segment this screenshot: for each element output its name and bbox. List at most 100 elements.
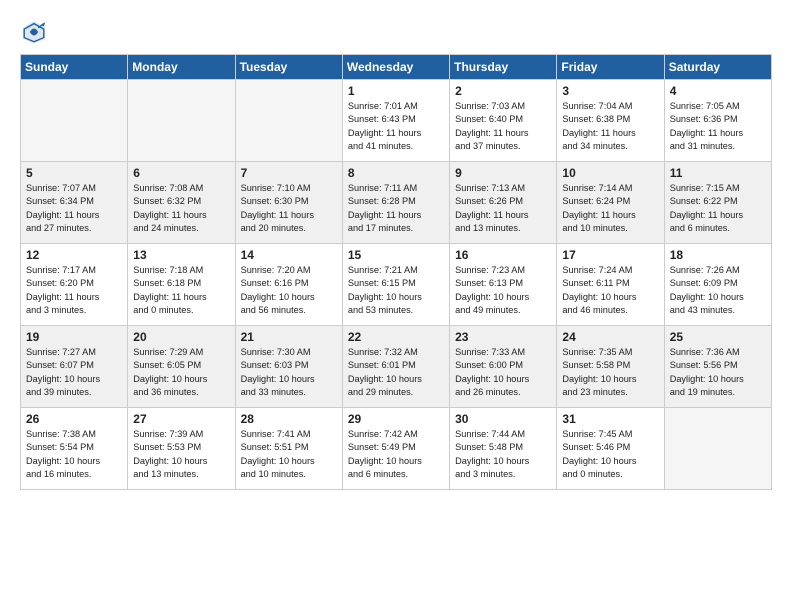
day-cell: 29 Sunrise: 7:42 AM Sunset: 5:49 PM Dayli… xyxy=(342,408,449,490)
day-info: Sunrise: 7:08 AM Sunset: 6:32 PM Dayligh… xyxy=(133,182,229,235)
day-cell: 25Sunrise: 7:36 AM Sunset: 5:56 PM Dayli… xyxy=(664,326,771,408)
day-cell: 9Sunrise: 7:13 AM Sunset: 6:26 PM Daylig… xyxy=(450,162,557,244)
day-info: Sunrise: 7:07 AM Sunset: 6:34 PM Dayligh… xyxy=(26,182,122,235)
day-info: Sunrise: 7:15 AM Sunset: 6:22 PM Dayligh… xyxy=(670,182,766,235)
day-info: Sunrise: 7:35 AM Sunset: 5:58 PM Dayligh… xyxy=(562,346,658,399)
day-info: Sunrise: 7:03 AM Sunset: 6:40 PM Dayligh… xyxy=(455,100,551,153)
day-number: 11 xyxy=(670,166,766,180)
day-cell: 21Sunrise: 7:30 AM Sunset: 6:03 PM Dayli… xyxy=(235,326,342,408)
day-info: Sunrise: 7:18 AM Sunset: 6:18 PM Dayligh… xyxy=(133,264,229,317)
week-row-1: 1 Sunrise: 7:01 AM Sunset: 6:43 PM Daylig… xyxy=(21,80,772,162)
day-cell: 11 Sunrise: 7:15 AM Sunset: 6:22 PM Dayli… xyxy=(664,162,771,244)
day-cell: 20 Sunrise: 7:29 AM Sunset: 6:05 PM Dayli… xyxy=(128,326,235,408)
day-cell: 28 Sunrise: 7:41 AM Sunset: 5:51 PM Dayli… xyxy=(235,408,342,490)
day-cell xyxy=(21,80,128,162)
day-number: 14 xyxy=(241,248,337,262)
day-number: 26 xyxy=(26,412,122,426)
day-cell: 31 Sunrise: 7:45 AM Sunset: 5:46 PM Dayli… xyxy=(557,408,664,490)
day-info: Sunrise: 7:33 AM Sunset: 6:00 PM Dayligh… xyxy=(455,346,551,399)
day-cell: 23 Sunrise: 7:33 AM Sunset: 6:00 PM Dayli… xyxy=(450,326,557,408)
day-info: Sunrise: 7:27 AM Sunset: 6:07 PM Dayligh… xyxy=(26,346,122,399)
day-number: 2 xyxy=(455,84,551,98)
day-cell: 17 Sunrise: 7:24 AM Sunset: 6:11 PM Dayli… xyxy=(557,244,664,326)
week-row-4: 19 Sunrise: 7:27 AM Sunset: 6:07 PM Dayli… xyxy=(21,326,772,408)
page: SundayMondayTuesdayWednesdayThursdayFrid… xyxy=(0,0,792,612)
day-number: 6 xyxy=(133,166,229,180)
day-cell: 30Sunrise: 7:44 AM Sunset: 5:48 PM Dayli… xyxy=(450,408,557,490)
weekday-header-row: SundayMondayTuesdayWednesdayThursdayFrid… xyxy=(21,55,772,80)
day-number: 20 xyxy=(133,330,229,344)
day-number: 15 xyxy=(348,248,444,262)
weekday-saturday: Saturday xyxy=(664,55,771,80)
day-number: 3 xyxy=(562,84,658,98)
day-cell: 8 Sunrise: 7:11 AM Sunset: 6:28 PM Daylig… xyxy=(342,162,449,244)
day-number: 16 xyxy=(455,248,551,262)
day-number: 9 xyxy=(455,166,551,180)
weekday-friday: Friday xyxy=(557,55,664,80)
day-cell: 16 Sunrise: 7:23 AM Sunset: 6:13 PM Dayli… xyxy=(450,244,557,326)
week-row-3: 12 Sunrise: 7:17 AM Sunset: 6:20 PM Dayli… xyxy=(21,244,772,326)
day-info: Sunrise: 7:05 AM Sunset: 6:36 PM Dayligh… xyxy=(670,100,766,153)
day-number: 1 xyxy=(348,84,444,98)
day-info: Sunrise: 7:04 AM Sunset: 6:38 PM Dayligh… xyxy=(562,100,658,153)
day-cell xyxy=(664,408,771,490)
day-number: 29 xyxy=(348,412,444,426)
weekday-wednesday: Wednesday xyxy=(342,55,449,80)
weekday-sunday: Sunday xyxy=(21,55,128,80)
week-row-2: 5 Sunrise: 7:07 AM Sunset: 6:34 PM Daylig… xyxy=(21,162,772,244)
day-cell: 15 Sunrise: 7:21 AM Sunset: 6:15 PM Dayli… xyxy=(342,244,449,326)
day-cell: 3 Sunrise: 7:04 AM Sunset: 6:38 PM Daylig… xyxy=(557,80,664,162)
weekday-monday: Monday xyxy=(128,55,235,80)
day-cell: 14 Sunrise: 7:20 AM Sunset: 6:16 PM Dayli… xyxy=(235,244,342,326)
day-info: Sunrise: 7:21 AM Sunset: 6:15 PM Dayligh… xyxy=(348,264,444,317)
day-cell: 24Sunrise: 7:35 AM Sunset: 5:58 PM Dayli… xyxy=(557,326,664,408)
day-number: 4 xyxy=(670,84,766,98)
day-number: 19 xyxy=(26,330,122,344)
day-info: Sunrise: 7:01 AM Sunset: 6:43 PM Dayligh… xyxy=(348,100,444,153)
day-cell: 26Sunrise: 7:38 AM Sunset: 5:54 PM Dayli… xyxy=(21,408,128,490)
day-cell: 13 Sunrise: 7:18 AM Sunset: 6:18 PM Dayli… xyxy=(128,244,235,326)
day-info: Sunrise: 7:32 AM Sunset: 6:01 PM Dayligh… xyxy=(348,346,444,399)
day-cell: 22 Sunrise: 7:32 AM Sunset: 6:01 PM Dayli… xyxy=(342,326,449,408)
day-cell: 19 Sunrise: 7:27 AM Sunset: 6:07 PM Dayli… xyxy=(21,326,128,408)
day-number: 10 xyxy=(562,166,658,180)
day-info: Sunrise: 7:23 AM Sunset: 6:13 PM Dayligh… xyxy=(455,264,551,317)
day-info: Sunrise: 7:20 AM Sunset: 6:16 PM Dayligh… xyxy=(241,264,337,317)
day-number: 22 xyxy=(348,330,444,344)
day-cell xyxy=(235,80,342,162)
day-number: 25 xyxy=(670,330,766,344)
day-info: Sunrise: 7:30 AM Sunset: 6:03 PM Dayligh… xyxy=(241,346,337,399)
day-info: Sunrise: 7:11 AM Sunset: 6:28 PM Dayligh… xyxy=(348,182,444,235)
logo xyxy=(20,18,52,46)
day-cell: 5 Sunrise: 7:07 AM Sunset: 6:34 PM Daylig… xyxy=(21,162,128,244)
day-cell: 7Sunrise: 7:10 AM Sunset: 6:30 PM Daylig… xyxy=(235,162,342,244)
day-number: 12 xyxy=(26,248,122,262)
day-number: 28 xyxy=(241,412,337,426)
day-number: 23 xyxy=(455,330,551,344)
day-info: Sunrise: 7:10 AM Sunset: 6:30 PM Dayligh… xyxy=(241,182,337,235)
day-number: 5 xyxy=(26,166,122,180)
logo-icon xyxy=(20,18,48,46)
header xyxy=(20,18,772,46)
day-info: Sunrise: 7:17 AM Sunset: 6:20 PM Dayligh… xyxy=(26,264,122,317)
day-number: 31 xyxy=(562,412,658,426)
day-info: Sunrise: 7:45 AM Sunset: 5:46 PM Dayligh… xyxy=(562,428,658,481)
weekday-thursday: Thursday xyxy=(450,55,557,80)
day-info: Sunrise: 7:24 AM Sunset: 6:11 PM Dayligh… xyxy=(562,264,658,317)
day-cell: 2 Sunrise: 7:03 AM Sunset: 6:40 PM Daylig… xyxy=(450,80,557,162)
day-number: 13 xyxy=(133,248,229,262)
day-info: Sunrise: 7:44 AM Sunset: 5:48 PM Dayligh… xyxy=(455,428,551,481)
day-number: 27 xyxy=(133,412,229,426)
day-info: Sunrise: 7:29 AM Sunset: 6:05 PM Dayligh… xyxy=(133,346,229,399)
calendar: SundayMondayTuesdayWednesdayThursdayFrid… xyxy=(20,54,772,490)
day-cell xyxy=(128,80,235,162)
day-info: Sunrise: 7:42 AM Sunset: 5:49 PM Dayligh… xyxy=(348,428,444,481)
day-number: 8 xyxy=(348,166,444,180)
day-cell: 1 Sunrise: 7:01 AM Sunset: 6:43 PM Daylig… xyxy=(342,80,449,162)
day-number: 17 xyxy=(562,248,658,262)
day-info: Sunrise: 7:41 AM Sunset: 5:51 PM Dayligh… xyxy=(241,428,337,481)
weekday-tuesday: Tuesday xyxy=(235,55,342,80)
day-cell: 18Sunrise: 7:26 AM Sunset: 6:09 PM Dayli… xyxy=(664,244,771,326)
day-number: 18 xyxy=(670,248,766,262)
week-row-5: 26Sunrise: 7:38 AM Sunset: 5:54 PM Dayli… xyxy=(21,408,772,490)
